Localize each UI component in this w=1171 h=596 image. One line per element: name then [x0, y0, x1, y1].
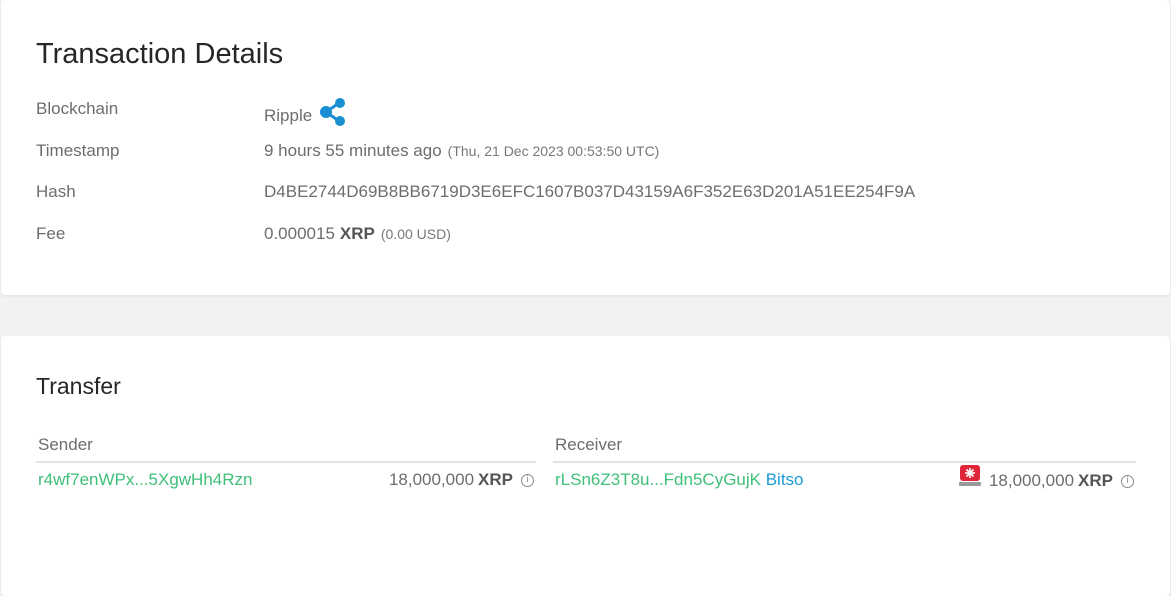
blockchain-value: Ripple	[264, 97, 348, 134]
receiver-header: Receiver	[553, 429, 1136, 463]
fee-label: Fee	[36, 224, 66, 243]
alarm-icon	[958, 463, 982, 499]
fee-value: 0.000015 XRP (0.00 USD)	[264, 222, 451, 246]
sender-header: Sender	[36, 429, 536, 463]
receiver-row: rLSn6Z3T8u...Fdn5CyGujK Bitso 18,000,000…	[553, 463, 1136, 497]
transaction-details-card: Transaction Details Blockchain Ripple Ti…	[1, 0, 1170, 295]
fee-row: Fee 0.000015 XRP (0.00 USD)	[1, 222, 1170, 246]
sender-address-link[interactable]: r4wf7enWPx...5XgwHh4Rzn	[38, 463, 252, 497]
sender-column: Sender r4wf7enWPx...5XgwHh4Rzn 18,000,00…	[36, 429, 536, 497]
hash-row: Hash D4BE2744D69B8BB6719D3E6EFC1607B037D…	[1, 180, 1170, 204]
fee-amount: 0.000015	[264, 224, 335, 243]
blockchain-name: Ripple	[264, 105, 313, 125]
hash-label: Hash	[36, 182, 76, 201]
fee-usd: (0.00 USD)	[380, 226, 451, 242]
timestamp-label: Timestamp	[36, 141, 120, 160]
receiver-amount-unit: XRP	[1078, 471, 1113, 490]
hash-link[interactable]: D4BE2744D69B8BB6719D3E6EFC1607B037D43159…	[264, 180, 915, 204]
receiver-amount: 18,000,000 XRP i	[958, 463, 1134, 499]
blockchain-label: Blockchain	[36, 99, 119, 118]
receiver-tag-link[interactable]: Bitso	[766, 470, 804, 489]
transfer-title: Transfer	[36, 373, 121, 399]
sender-row: r4wf7enWPx...5XgwHh4Rzn 18,000,000 XRP i	[36, 463, 536, 497]
sender-amount: 18,000,000 XRP i	[389, 463, 534, 497]
blockchain-row: Blockchain Ripple	[1, 97, 1170, 126]
fee-unit: XRP	[339, 224, 375, 243]
timestamp-row: Timestamp 9 hours 55 minutes ago (Thu, 2…	[1, 139, 1170, 163]
receiver-info-icon[interactable]: i	[1121, 474, 1134, 488]
receiver-column: Receiver rLSn6Z3T8u...Fdn5CyGujK Bitso 1…	[553, 429, 1136, 497]
timestamp-absolute: (Thu, 21 Dec 2023 00:53:50 UTC)	[447, 143, 660, 159]
sender-amount-value: 18,000,000	[388, 470, 475, 489]
transfer-card: Transfer Sender r4wf7enWPx...5XgwHh4Rzn …	[1, 336, 1170, 596]
sender-amount-unit: XRP	[478, 470, 513, 489]
ripple-logo-icon	[318, 97, 348, 134]
receiver-amount-value: 18,000,000	[988, 471, 1075, 490]
sender-info-icon[interactable]: i	[521, 473, 534, 487]
receiver-address-link[interactable]: rLSn6Z3T8u...Fdn5CyGujK	[555, 470, 761, 489]
timestamp-relative: 9 hours 55 minutes ago	[264, 141, 442, 160]
page-title: Transaction Details	[36, 38, 284, 70]
timestamp-value: 9 hours 55 minutes ago (Thu, 21 Dec 2023…	[264, 139, 659, 163]
receiver-address: rLSn6Z3T8u...Fdn5CyGujK Bitso	[555, 463, 804, 497]
